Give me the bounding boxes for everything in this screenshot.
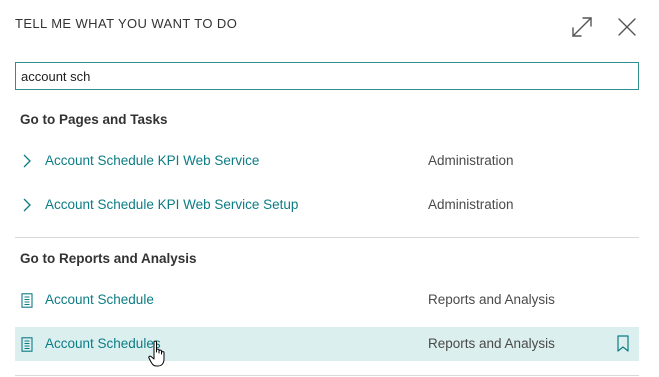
list-item-category: Administration [428, 153, 514, 168]
list-item-category: Reports and Analysis [428, 336, 555, 351]
bookmark-icon[interactable] [616, 335, 630, 353]
report-icon [20, 292, 34, 308]
list-item-label[interactable]: Account Schedule KPI Web Service Setup [45, 197, 298, 212]
list-item[interactable]: Account Schedule KPI Web Service Adminis… [15, 144, 639, 178]
list-item[interactable]: Account Schedule KPI Web Service Setup A… [15, 188, 639, 222]
list-item-selected[interactable]: Account Schedules Reports and Analysis [15, 327, 639, 361]
group-divider [15, 237, 639, 238]
close-icon[interactable] [614, 14, 640, 40]
dialog-title: TELL ME WHAT YOU WANT TO DO [15, 16, 238, 31]
list-item-label[interactable]: Account Schedule [45, 292, 154, 307]
group-title-reports-and-analysis: Go to Reports and Analysis [20, 251, 197, 266]
list-divider [15, 375, 639, 376]
list-item-category: Administration [428, 197, 514, 212]
group-title-pages-and-tasks: Go to Pages and Tasks [20, 112, 168, 127]
expand-icon[interactable] [569, 14, 595, 40]
report-icon [20, 336, 34, 352]
chevron-right-icon [20, 153, 34, 169]
list-item-label[interactable]: Account Schedule KPI Web Service [45, 153, 259, 168]
list-item[interactable]: Account Schedule Reports and Analysis [15, 283, 639, 317]
list-item-label[interactable]: Account Schedules [45, 336, 161, 351]
chevron-right-icon [20, 197, 34, 213]
list-item-category: Reports and Analysis [428, 292, 555, 307]
tell-me-dialog: TELL ME WHAT YOU WANT TO DO Go to Pages … [0, 0, 659, 377]
search-input[interactable] [15, 62, 639, 90]
